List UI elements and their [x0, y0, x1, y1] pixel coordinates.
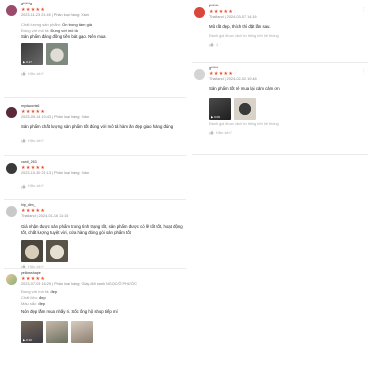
thumbs-up-icon: [209, 42, 214, 47]
thumbs-up-icon: [209, 130, 214, 135]
avatar[interactable]: [194, 7, 205, 18]
review-video-thumbnail[interactable]: ▶ 0:17: [21, 42, 43, 65]
review-photo-thumbnail[interactable]: [234, 97, 256, 120]
play-icon: ▶ 0:17: [23, 59, 32, 64]
avatar[interactable]: [6, 163, 17, 174]
avatar[interactable]: [194, 69, 205, 80]
avatar[interactable]: [6, 5, 17, 16]
review-body: Sản phẩm tốt rẻ mua lại cảm cảm ơn: [209, 86, 280, 91]
divider: [4, 155, 186, 156]
review-body: Mũ rất đẹp, thích thì đặt lần sau.: [209, 24, 271, 29]
divider: [4, 199, 186, 200]
divider: [4, 268, 186, 269]
review-photo-thumbnail[interactable]: [21, 239, 43, 262]
review-body: Nón đẹp lắm mua nhầy ri. Sốc ống hộ shop…: [21, 309, 118, 314]
review-body: Giá nhận được sản phẩm trong tình trạng …: [21, 224, 183, 235]
review-body: Sản phẩm đáng đồng tiền bát gạo. Nên mua: [21, 34, 106, 39]
translation-note: Đánh giá được dịch từ tiếng bởi hệ thống: [209, 121, 279, 126]
play-icon: ▶ 0:09: [211, 114, 220, 119]
review-media: ▶ 0:16: [21, 320, 186, 343]
play-icon: ▶ 0:16: [23, 337, 32, 342]
review-date-variation: 2023-10-30 21:13 | Phân loại hàng: Xám: [21, 171, 90, 175]
review-photo-thumbnail[interactable]: [71, 320, 93, 343]
avatar[interactable]: [6, 206, 17, 217]
helpful-button[interactable]: Hữu ích?: [21, 138, 186, 144]
divider: [192, 62, 368, 63]
helpful-button[interactable]: Hữu ích?: [209, 130, 368, 136]
review-body: Sản phẩm chất lượng sản phẩm tốt đúng vớ…: [21, 124, 174, 129]
thumbs-up-icon: [21, 184, 26, 188]
review-video-thumbnail[interactable]: ▶ 0:16: [21, 320, 43, 343]
review-photo-thumbnail[interactable]: [46, 320, 68, 343]
review-media: ▶ 0:09: [209, 97, 368, 120]
divider: [192, 154, 368, 155]
helpful-button[interactable]: Hữu ích?: [21, 183, 186, 189]
review-photo-thumbnail[interactable]: [46, 239, 68, 262]
avatar[interactable]: [6, 274, 17, 285]
review-media: [21, 239, 186, 262]
helpful-button[interactable]: 1: [209, 42, 368, 48]
review-video-thumbnail[interactable]: ▶ 0:09: [209, 97, 231, 120]
avatar[interactable]: [6, 107, 17, 118]
review-field-color: Màu sắc: đẹp: [21, 301, 46, 306]
thumbs-up-icon: [21, 138, 26, 143]
review-photo-thumbnail[interactable]: [46, 42, 68, 65]
thumbs-up-icon: [21, 71, 26, 76]
translation-note: Đánh giá được dịch từ tiếng bởi hệ thống: [209, 33, 279, 38]
divider: [4, 97, 186, 98]
helpful-button[interactable]: Hữu ích?: [21, 71, 186, 77]
review-media: ▶ 0:17: [21, 42, 186, 65]
